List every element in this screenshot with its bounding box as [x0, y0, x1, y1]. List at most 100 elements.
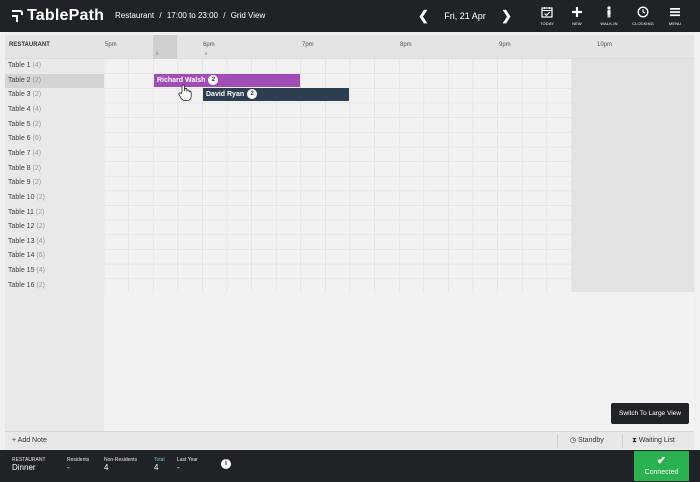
menu-button[interactable]: MENU	[661, 6, 689, 28]
table-row[interactable]: Table 16 (2)	[5, 279, 104, 294]
table-name: Table 3	[8, 91, 31, 99]
table-name: Table 6	[8, 135, 31, 143]
connection-status[interactable]: ✔ Connected	[634, 451, 689, 481]
plus-icon	[572, 7, 582, 17]
clock-icon	[637, 6, 649, 18]
table-row[interactable]: Table 14 (6)	[5, 249, 104, 264]
hourglass-icon: ⧗	[632, 437, 639, 444]
booking-grid: RESTAURANT 5pm 6pm 7pm 8pm 9pm 10pm 2 2 …	[5, 35, 694, 431]
clocking-label: CLOCKING	[632, 21, 654, 26]
time-label: 9pm	[499, 42, 511, 48]
add-note-button[interactable]: + Add Note	[12, 432, 47, 450]
standby-label: Standby	[578, 437, 604, 444]
divider	[557, 434, 558, 448]
breadcrumb-separator: /	[159, 11, 162, 20]
prev-day-icon[interactable]: ❮	[418, 8, 429, 24]
time-header: RESTAURANT 5pm 6pm 7pm 8pm 9pm 10pm 2 2	[5, 35, 694, 59]
non-residents-stat: Non-Residents 4	[104, 457, 137, 473]
table-capacity: (2)	[32, 76, 42, 84]
table-row[interactable]: Table 7 (4)	[5, 147, 104, 162]
table-name: Table 4	[8, 105, 31, 113]
waiting-list-label: Waiting List	[638, 437, 675, 444]
table-row[interactable]: Table 12 (2)	[5, 220, 104, 235]
stat-value: 4	[154, 463, 159, 472]
current-date[interactable]: Fri, 21 Apr	[444, 11, 486, 21]
breadcrumb: Restaurant / 17:00 to 23:00 / Grid View	[115, 11, 268, 20]
breadcrumb-separator: /	[223, 11, 226, 20]
table-row[interactable]: Table 15 (4)	[5, 264, 104, 279]
table-row[interactable]: Table 1 (4)	[5, 59, 104, 74]
stat-value: 4	[104, 463, 109, 472]
table-capacity: (4)	[32, 62, 42, 69]
table-name: Table 11	[8, 208, 34, 216]
table-capacity: (2)	[36, 193, 45, 201]
total-stat: Total 4	[154, 457, 165, 473]
table-row[interactable]: Table 2 (2)	[5, 73, 104, 89]
app-logo[interactable]: TablePath	[10, 7, 104, 25]
booking-block[interactable]: David Ryan 2	[203, 88, 349, 101]
breadcrumb-view[interactable]: Grid View	[231, 11, 266, 20]
table-name: Table 10	[8, 193, 35, 201]
table-row[interactable]: Table 10 (2)	[5, 191, 104, 206]
table-row[interactable]: Table 8 (2)	[5, 162, 104, 177]
calendar-check-icon	[541, 7, 553, 18]
table-row[interactable]: Table 6 (6)	[5, 132, 104, 147]
table-capacity: (6)	[36, 252, 45, 260]
breadcrumb-time-range[interactable]: 17:00 to 23:00	[167, 11, 218, 20]
grid-lines	[104, 59, 694, 292]
waiting-list-button[interactable]: ⧗ Waiting List	[632, 432, 675, 450]
residents-stat: Residents -	[67, 457, 89, 473]
table-row[interactable]: Table 13 (4)	[5, 235, 104, 250]
last-year-stat: Last Year -	[177, 457, 198, 473]
table-name: Table 12	[8, 223, 35, 231]
clock-icon: ◷	[570, 437, 579, 444]
app-name: TablePath	[27, 7, 105, 24]
section-header: RESTAURANT	[9, 42, 50, 48]
table-capacity: (2)	[36, 281, 45, 289]
table-row[interactable]: Table 9 (2)	[5, 176, 104, 191]
today-button[interactable]: TODAY	[533, 6, 561, 28]
breadcrumb-venue[interactable]: Restaurant	[115, 11, 154, 20]
table-name: Table 16	[8, 281, 35, 289]
stat-label: Residents	[67, 457, 90, 463]
hand-cursor-icon	[178, 84, 192, 101]
table-name: Table 1	[8, 62, 31, 69]
info-icon[interactable]: i	[221, 459, 231, 469]
walk-in-label: WALK-IN	[600, 21, 618, 26]
table-list: Table 1 (4) Table 2 (2) Table 3 (2) Table 4…	[5, 59, 104, 431]
table-row[interactable]: Table 5 (2)	[5, 118, 104, 133]
table-capacity: (2)	[32, 164, 42, 172]
stat-label: Non-Residents	[104, 457, 138, 463]
table-capacity: (4)	[36, 237, 45, 245]
table-name: Table 5	[8, 120, 31, 128]
time-label: 6pm	[203, 42, 215, 48]
walk-in-button[interactable]: WALK-IN	[595, 6, 623, 28]
clocking-button[interactable]: CLOCKING	[629, 6, 657, 28]
table-capacity: (2)	[36, 223, 45, 231]
table-row[interactable]: Table 4 (4)	[5, 103, 104, 118]
table-row[interactable]: Table 3 (2)	[5, 88, 104, 103]
table-row[interactable]: Table 11 (2)	[5, 206, 104, 221]
slot-cover-count: 2	[156, 51, 159, 56]
table-capacity: (2)	[32, 179, 42, 187]
slot-cover-count: 2	[205, 51, 208, 56]
stat-label: Last Year	[177, 457, 198, 463]
time-label: 8pm	[400, 42, 412, 48]
booking-guest-name: Richard Walsh	[157, 77, 206, 84]
new-booking-button[interactable]: NEW	[563, 6, 591, 28]
top-bar: TablePath Restaurant / 17:00 to 23:00 / …	[0, 0, 700, 32]
switch-large-view-button[interactable]: Switch To Large View	[611, 403, 689, 424]
stat-value: -	[177, 463, 180, 472]
table-capacity: (6)	[32, 135, 42, 143]
next-day-icon[interactable]: ❯	[501, 8, 512, 24]
service-name: Dinner	[12, 463, 36, 472]
booking-block[interactable]: Richard Walsh 2	[154, 74, 300, 87]
menu-label: MENU	[668, 21, 682, 26]
table-capacity: (2)	[35, 208, 45, 216]
table-name: Table 8	[8, 164, 31, 172]
summary-bar: RESTAURANT Dinner Residents - Non-Reside…	[0, 450, 700, 482]
table-capacity: (2)	[32, 120, 42, 128]
logo-icon	[12, 10, 23, 22]
table-capacity: (2)	[32, 91, 42, 99]
standby-button[interactable]: ◷ Standby	[570, 432, 604, 450]
